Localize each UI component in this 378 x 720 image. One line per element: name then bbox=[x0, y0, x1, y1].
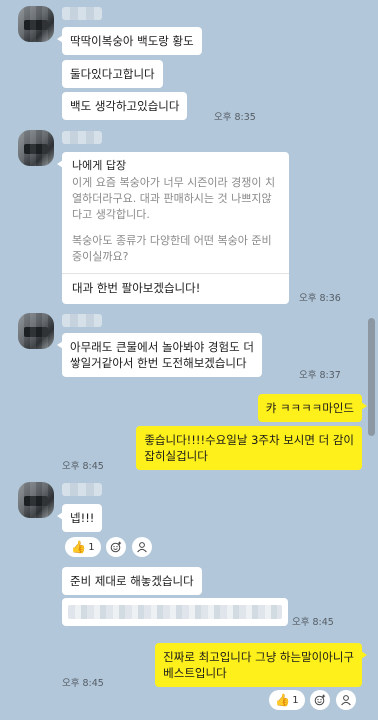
reaction-badge[interactable]: 👍 1 bbox=[269, 690, 305, 710]
message-text: 딱딱이복숭아 백도랑 황도 bbox=[70, 34, 194, 48]
sender-name-blurred bbox=[62, 483, 102, 496]
message-time: 오후 8:37 bbox=[299, 370, 341, 381]
message-text: 쌓일거같아서 한번 도전해보겠습니다 bbox=[70, 356, 247, 370]
my-message-bubble[interactable]: 캬 ㅋㅋㅋㅋ마인드 bbox=[257, 394, 368, 422]
smile-plus-icon bbox=[314, 694, 326, 706]
message-bubble[interactable]: 준비 제대로 해놓겠습니다 bbox=[62, 567, 202, 595]
sender-avatar[interactable] bbox=[18, 130, 54, 166]
message-text: 캬 ㅋㅋㅋㅋ마인드 bbox=[265, 401, 354, 415]
person-icon bbox=[137, 542, 147, 553]
sender-name-blurred bbox=[62, 314, 102, 327]
message-text: 베스트입니다 bbox=[163, 666, 227, 680]
message-text: 좋습니다!!!!수요일날 3주차 보시면 더 감이 bbox=[144, 433, 354, 447]
scrollbar-thumb[interactable] bbox=[368, 318, 375, 436]
message-time: 오후 8:45 bbox=[292, 617, 334, 628]
message-text: 진짜로 최고입니다 그냥 하는말이아니구 bbox=[163, 650, 354, 664]
thumbs-up-icon: 👍 bbox=[275, 693, 291, 707]
sender-avatar[interactable] bbox=[18, 6, 54, 42]
chat-room: 딱딱이복숭아 백도랑 황도 둘다있다고합니다 백도 생각하고있습니다 오후 8:… bbox=[0, 0, 378, 720]
reply-answer-text: 대과 한번 팔아보겠습니다! bbox=[72, 281, 201, 295]
reaction-members-button[interactable] bbox=[132, 537, 152, 557]
message-bubble[interactable]: 아무래도 큰물에서 놀아봐야 경험도 더 쌓일거같아서 한번 도전해보겠습니다 bbox=[57, 333, 262, 377]
reaction-count: 1 bbox=[88, 541, 95, 553]
scrollbar[interactable] bbox=[368, 0, 377, 720]
reaction-badge[interactable]: 👍 1 bbox=[65, 537, 101, 557]
message-text: 둘다있다고합니다 bbox=[70, 67, 155, 81]
message-time: 오후 8:36 bbox=[299, 293, 341, 304]
quoted-text: 복숭아도 종류가 다양한데 어떤 복숭아 준비중이실까요? bbox=[72, 234, 272, 263]
smile-plus-icon bbox=[110, 541, 122, 553]
reaction-count: 1 bbox=[292, 694, 299, 706]
blurred-content bbox=[68, 605, 282, 619]
sender-name-blurred bbox=[62, 7, 102, 20]
message-text: 준비 제대로 해놓겠습니다 bbox=[70, 574, 194, 588]
message-bubble[interactable]: 둘다있다고합니다 bbox=[62, 60, 163, 88]
my-message-bubble[interactable]: 좋습니다!!!!수요일날 3주차 보시면 더 감이 잡히실겁니다 bbox=[136, 426, 362, 470]
person-icon bbox=[341, 695, 351, 706]
quoted-text: 이게 요즘 복숭아가 너무 시즌이라 경쟁이 치열하더라구요. 대과 판매하시는… bbox=[72, 176, 276, 221]
reply-divider bbox=[62, 273, 289, 274]
message-bubble[interactable]: 백도 생각하고있습니다 bbox=[62, 92, 188, 120]
message-time: 오후 8:45 bbox=[62, 678, 104, 689]
add-reaction-button[interactable] bbox=[106, 537, 126, 557]
message-text: 백도 생각하고있습니다 bbox=[70, 99, 180, 113]
thumbs-up-icon: 👍 bbox=[71, 540, 87, 554]
message-text: 넵!!! bbox=[70, 511, 95, 525]
add-reaction-button[interactable] bbox=[310, 690, 330, 710]
my-message-bubble[interactable]: 진짜로 최고입니다 그냥 하는말이아니구 베스트입니다 bbox=[155, 643, 367, 687]
message-text: 아무래도 큰물에서 놀아봐야 경험도 더 bbox=[70, 340, 254, 354]
reply-message-bubble[interactable]: 나에게 답장 이게 요즘 복숭아가 너무 시즌이라 경쟁이 치열하더라구요. 대… bbox=[57, 152, 289, 304]
sender-avatar[interactable] bbox=[18, 482, 54, 518]
blurred-message-bubble[interactable] bbox=[62, 598, 288, 626]
reaction-members-button[interactable] bbox=[336, 690, 356, 710]
message-text: 잡히실겁니다 bbox=[144, 449, 208, 463]
sender-name-blurred bbox=[62, 131, 102, 144]
message-time: 오후 8:45 bbox=[62, 461, 104, 472]
message-bubble[interactable]: 딱딱이복숭아 백도랑 황도 bbox=[57, 27, 202, 55]
reply-header: 나에게 답장 bbox=[72, 159, 127, 172]
quoted-message[interactable]: 이게 요즘 복숭아가 너무 시즌이라 경쟁이 치열하더라구요. 대과 판매하시는… bbox=[72, 175, 279, 265]
message-time: 오후 8:35 bbox=[214, 112, 256, 123]
message-bubble[interactable]: 넵!!! bbox=[56, 504, 103, 532]
sender-avatar[interactable] bbox=[18, 313, 54, 349]
